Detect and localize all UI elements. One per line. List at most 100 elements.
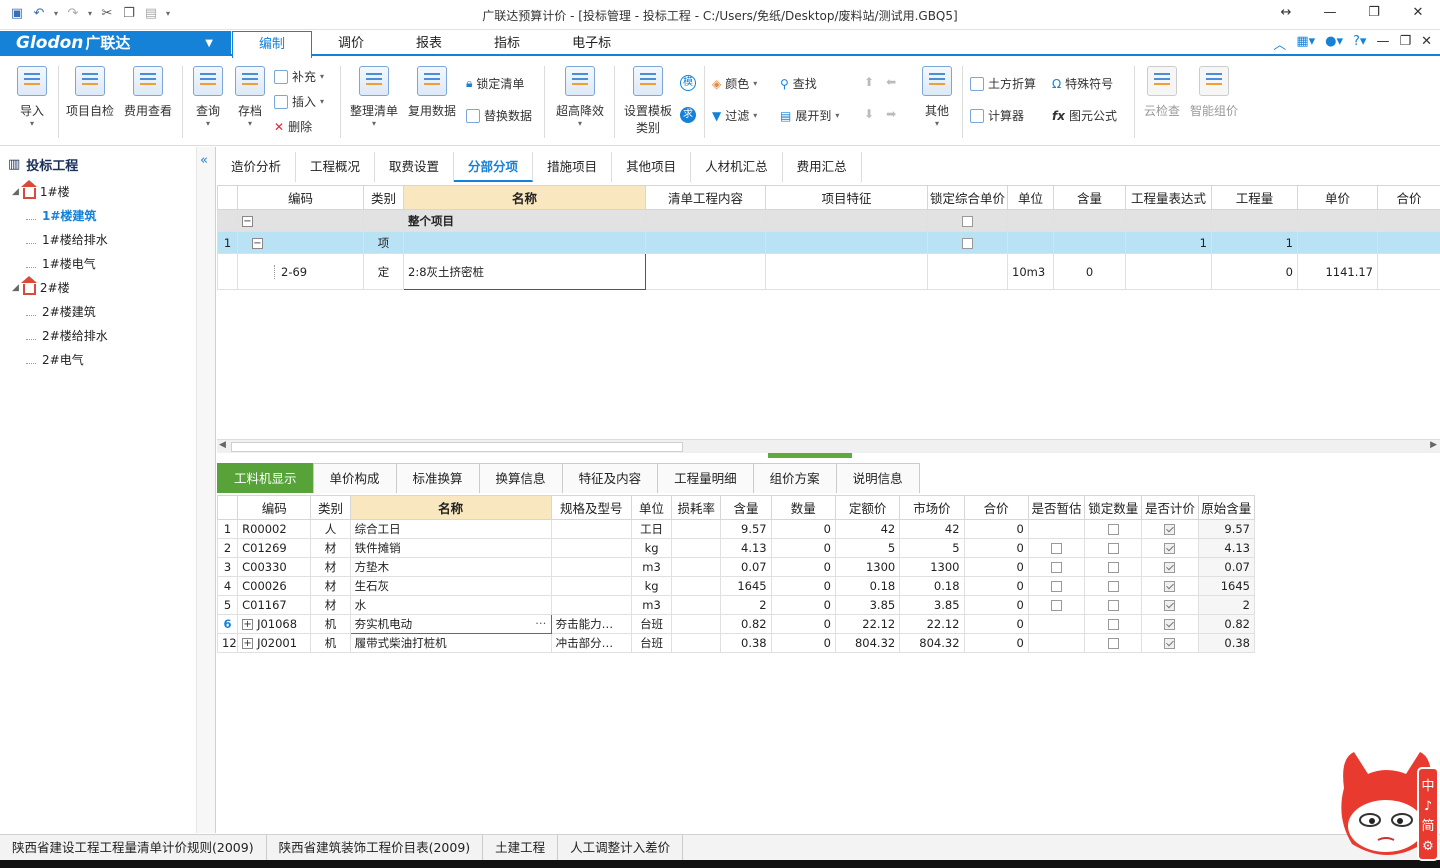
move-down-button[interactable]: ⬇ ➡: [864, 107, 896, 121]
unit-cell[interactable]: kg: [630, 538, 673, 558]
unit-cell[interactable]: 10m3: [1007, 253, 1054, 290]
bottom-tab-3[interactable]: 换算信息: [478, 463, 563, 493]
table-row[interactable]: 1− 项 1 1: [217, 231, 1440, 254]
orig-content-cell[interactable]: 2: [1197, 595, 1256, 615]
bottom-tab-2[interactable]: 标准换算: [395, 463, 480, 493]
tab-2[interactable]: 取费设置: [375, 152, 455, 182]
content-cell[interactable]: [1053, 231, 1126, 254]
priced-checkbox[interactable]: [1164, 543, 1176, 554]
tree-item[interactable]: 1#楼给排水: [26, 231, 108, 248]
type-cell[interactable]: 机: [310, 614, 351, 634]
table-row[interactable]: 5 C01167 材水 m3 2 0 3.85 3.85 0 2: [216, 595, 1256, 615]
priced-cell[interactable]: [1141, 519, 1199, 539]
estimate-cell[interactable]: [1027, 519, 1086, 539]
collapse-box-icon[interactable]: −: [252, 237, 263, 249]
loss-cell[interactable]: [671, 576, 722, 596]
content-cell[interactable]: 0.07: [720, 557, 772, 577]
lock-qty-cell[interactable]: [1084, 614, 1143, 634]
column-header[interactable]: 单价: [1297, 185, 1378, 210]
column-header[interactable]: 锁定数量: [1084, 495, 1143, 520]
column-header[interactable]: 编码: [237, 185, 364, 210]
sub-restore-icon[interactable]: ❐: [1399, 34, 1411, 53]
qty-cell[interactable]: 0: [770, 633, 836, 653]
quota-price-cell[interactable]: 804.32: [834, 633, 901, 653]
orig-content-cell[interactable]: 9.57: [1197, 519, 1256, 539]
market-price-cell[interactable]: 22.12: [899, 614, 965, 634]
feature-cell[interactable]: [765, 253, 928, 290]
content-cell[interactable]: 0: [1053, 253, 1126, 290]
market-price-cell[interactable]: 5: [899, 538, 965, 558]
replace-data-button[interactable]: 替换数据: [466, 107, 532, 124]
maximize-button[interactable]: ❐: [1352, 0, 1396, 26]
name-cell[interactable]: 铁件摊销: [349, 538, 552, 558]
column-header[interactable]: 项目特征: [765, 185, 928, 210]
unit-cell[interactable]: [1007, 231, 1054, 254]
lock-list-button[interactable]: 🔒︎ 锁定清单: [466, 75, 524, 92]
qty-expr-cell[interactable]: [1125, 253, 1212, 290]
qty-cell[interactable]: 0: [770, 557, 836, 577]
column-header[interactable]: 含量: [1053, 185, 1126, 210]
menu-item-0[interactable]: 编制: [232, 31, 313, 58]
spec-cell[interactable]: 冲击部分…: [550, 633, 632, 653]
smart-price-button[interactable]: 智能组价: [1188, 66, 1240, 119]
bottom-tab-0[interactable]: 工料机显示: [217, 463, 314, 493]
template-circle-1[interactable]: 模: [680, 75, 696, 91]
type-cell[interactable]: 定: [363, 253, 404, 290]
name-cell[interactable]: [403, 231, 646, 254]
tree-item[interactable]: ◢ 2#楼: [12, 276, 70, 296]
qty-cell[interactable]: 0: [770, 519, 836, 539]
color-button[interactable]: ◈ 颜色 ▾: [712, 75, 757, 92]
tree-item[interactable]: 2#楼给排水: [26, 327, 108, 344]
quota-price-cell[interactable]: 42: [834, 519, 901, 539]
unit-cell[interactable]: 台班: [630, 614, 673, 634]
lock-qty-checkbox[interactable]: [1107, 543, 1119, 554]
orig-content-cell[interactable]: 1645: [1197, 576, 1256, 596]
priced-checkbox[interactable]: [1164, 619, 1176, 630]
table-row[interactable]: 6 + J01068 机夯实机电动 ⋯ 夯击能力… 台班 0.82 0 22.12 22.12 0 0.…: [216, 614, 1256, 634]
code-cell[interactable]: + J01068: [237, 614, 312, 634]
tab-1[interactable]: 工程概况: [296, 152, 376, 182]
tab-7[interactable]: 费用汇总: [783, 152, 862, 182]
content-cell[interactable]: 0.82: [720, 614, 772, 634]
query-button[interactable]: 查询 ▾: [188, 66, 228, 128]
content-cell[interactable]: 9.57: [720, 519, 772, 539]
total-cell[interactable]: [1377, 231, 1440, 254]
code-cell[interactable]: C01269: [237, 538, 312, 558]
column-header[interactable]: 类别: [363, 185, 404, 210]
column-header[interactable]: 单位: [630, 495, 673, 520]
qty-cell[interactable]: [1211, 209, 1298, 232]
scroll-left-icon[interactable]: ◀: [219, 440, 226, 450]
bottom-tab-5[interactable]: 工程量明细: [657, 463, 754, 493]
unit-cell[interactable]: 工日: [630, 519, 673, 539]
calculator-button[interactable]: 计算器: [970, 107, 1024, 124]
total-cell[interactable]: 0: [963, 633, 1029, 653]
tree-item[interactable]: ◢ 1#楼: [12, 180, 70, 200]
lock-qty-cell[interactable]: [1084, 595, 1143, 615]
price-cell[interactable]: [1297, 231, 1378, 254]
lock-qty-cell[interactable]: [1084, 519, 1143, 539]
special-symbol-button[interactable]: Ω 特殊符号: [1052, 75, 1113, 92]
market-price-cell[interactable]: 3.85: [899, 595, 965, 615]
priced-cell[interactable]: [1141, 557, 1199, 577]
unit-cell[interactable]: m3: [630, 557, 673, 577]
qty-cell[interactable]: 0: [770, 595, 836, 615]
total-cell[interactable]: 0: [963, 519, 1029, 539]
set-template-button[interactable]: 设置模板 类别: [620, 66, 676, 136]
spec-cell[interactable]: [550, 538, 632, 558]
tab-0[interactable]: 造价分析: [217, 152, 297, 182]
qty-expr-cell[interactable]: 1: [1125, 231, 1212, 254]
lock-price-cell[interactable]: [927, 209, 1008, 232]
name-cell[interactable]: 水: [349, 595, 552, 615]
column-header[interactable]: 含量: [720, 495, 772, 520]
column-header[interactable]: 编码: [237, 495, 312, 520]
column-header[interactable]: 清单工程内容: [645, 185, 766, 210]
spec-cell[interactable]: [550, 557, 632, 577]
column-header[interactable]: 定额价: [834, 495, 901, 520]
price-cell[interactable]: 1141.17: [1297, 253, 1378, 290]
column-header[interactable]: 锁定综合单价: [927, 185, 1008, 210]
tree-item[interactable]: 2#楼建筑: [26, 303, 96, 320]
name-cell[interactable]: 生石灰: [349, 576, 552, 596]
scroll-thumb[interactable]: [231, 442, 683, 452]
code-cell[interactable]: R00002: [237, 519, 312, 539]
total-cell[interactable]: 0: [963, 538, 1029, 558]
